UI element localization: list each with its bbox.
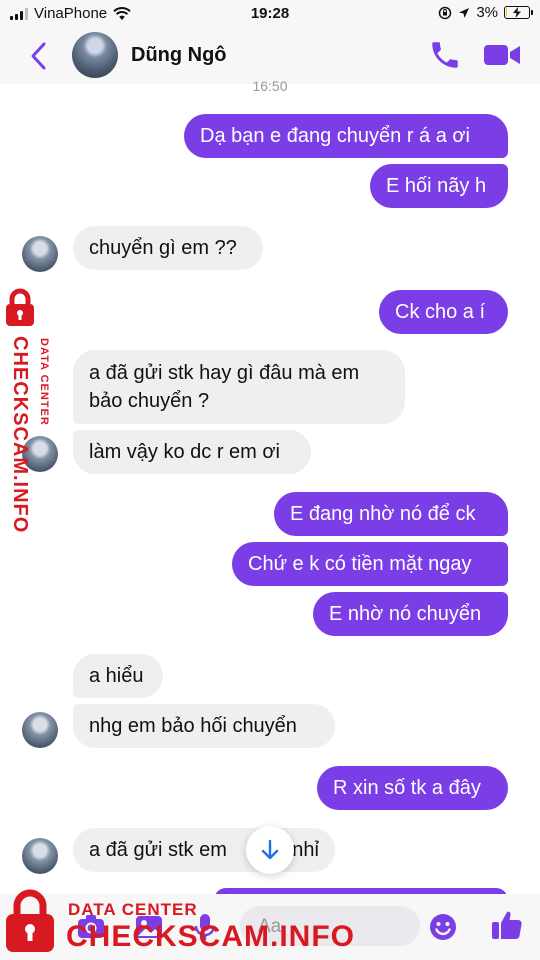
message-bubble-incoming[interactable]: a đã gửi stk hay gì đâu mà em bảo chuyển… bbox=[73, 350, 405, 424]
lock-icon bbox=[6, 288, 34, 326]
message-bubble-outgoing[interactable]: E hối nãy h bbox=[370, 164, 508, 208]
message-text: chuyển gì em ?? bbox=[89, 237, 237, 259]
message-text: E đang nhờ nó để ck bbox=[290, 503, 476, 525]
conversation-header: Dũng Ngô bbox=[0, 28, 540, 84]
battery-icon bbox=[504, 6, 533, 19]
arrow-down-icon bbox=[261, 839, 279, 860]
message-bubble-incoming[interactable]: chuyển gì em ?? bbox=[73, 226, 263, 270]
status-right: 3% bbox=[438, 4, 533, 21]
contact-avatar[interactable] bbox=[72, 32, 118, 78]
watermark-label: DATA CENTER bbox=[68, 900, 198, 919]
orientation-lock-icon bbox=[439, 6, 452, 19]
message-text: bảo chuyển ? bbox=[89, 390, 210, 412]
location-icon bbox=[459, 7, 470, 18]
watermark-brand: CHECKSCAM.INFO bbox=[66, 920, 355, 953]
message-bubble-incoming[interactable]: nhg em bảo hối chuyển bbox=[73, 704, 335, 748]
message-bubble-incoming[interactable]: a đã gửi stk em nhỉ bbox=[73, 828, 335, 872]
message-bubble-outgoing[interactable]: E đang nhờ nó để ck bbox=[274, 492, 508, 536]
message-bubble-outgoing[interactable]: Chứ e k có tiền mặt ngay bbox=[232, 542, 508, 586]
message-bubble-incoming[interactable]: làm vậy ko dc r em ơi bbox=[73, 430, 311, 474]
lock-icon bbox=[6, 889, 54, 952]
contact-name[interactable]: Dũng Ngô bbox=[131, 44, 227, 67]
message-bubble-outgoing[interactable]: Dạ bạn e đang chuyển r á a ơi bbox=[184, 114, 508, 158]
emoji-icon[interactable] bbox=[428, 912, 458, 942]
message-bubble-outgoing[interactable]: R xin số tk a đây bbox=[317, 766, 508, 810]
message-text: a hiểu bbox=[89, 665, 144, 687]
message-timestamp: 16:50 bbox=[252, 78, 288, 94]
watermark-bottom: DATA CENTER CHECKSCAM.INFO bbox=[0, 884, 354, 960]
watermark-label: DATA CENTER bbox=[38, 338, 50, 426]
watermark-side: CHECKSCAM.INFO DATA CENTER bbox=[2, 288, 62, 558]
battery-fill bbox=[506, 8, 507, 17]
contact-avatar-small[interactable] bbox=[22, 236, 58, 272]
message-text: E hối nãy h bbox=[386, 175, 487, 197]
message-text: Dạ bạn e đang chuyển r á a ơi bbox=[200, 125, 470, 147]
contact-avatar-small[interactable] bbox=[22, 838, 58, 874]
message-text: E nhờ nó chuyển bbox=[329, 603, 482, 625]
thumbs-up-icon[interactable] bbox=[490, 908, 524, 942]
battery-percent: 3% bbox=[476, 4, 498, 21]
status-bar: VinaPhone 19:28 3% bbox=[0, 0, 540, 28]
back-chevron-icon[interactable] bbox=[24, 38, 54, 74]
message-bubble-incoming[interactable]: a hiểu bbox=[73, 654, 163, 698]
watermark-brand: CHECKSCAM.INFO bbox=[9, 336, 31, 534]
message-list[interactable]: 16:50 Dạ bạn e đang chuyển r á a ơi E hố… bbox=[0, 78, 540, 900]
message-text: R xin số tk a đây bbox=[333, 777, 481, 799]
message-text: Chứ e k có tiền mặt ngay bbox=[248, 553, 472, 575]
message-text: a đã gửi stk hay gì đâu mà em bbox=[89, 362, 360, 384]
message-bubble-outgoing[interactable]: E nhờ nó chuyển bbox=[313, 592, 508, 636]
message-text: a đã gửi stk em bbox=[89, 839, 227, 861]
contact-avatar-small[interactable] bbox=[22, 712, 58, 748]
message-text: làm vậy ko dc r em ơi bbox=[89, 441, 280, 463]
scroll-to-latest-button[interactable] bbox=[246, 826, 294, 874]
video-call-icon[interactable] bbox=[482, 40, 522, 70]
phone-icon[interactable] bbox=[428, 38, 462, 72]
message-text: Ck cho a í bbox=[395, 301, 486, 323]
message-bubble-outgoing[interactable]: Ck cho a í bbox=[379, 290, 508, 334]
message-text: nhg em bảo hối chuyển bbox=[89, 715, 297, 737]
